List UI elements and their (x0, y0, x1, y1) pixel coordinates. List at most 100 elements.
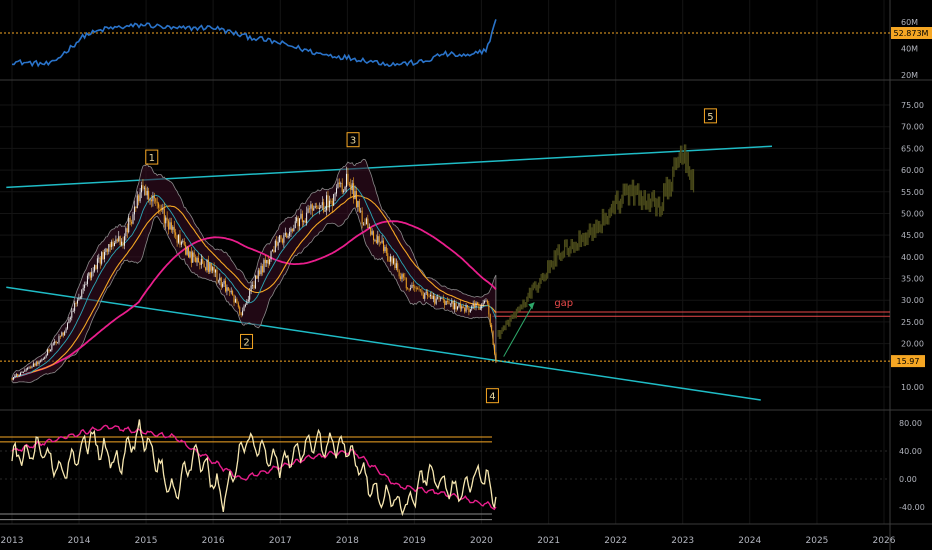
candle-body (148, 190, 150, 200)
candle-body (246, 301, 248, 305)
candle-body (129, 217, 131, 222)
candle-body (58, 336, 60, 343)
y-tick-label: 50.00 (901, 209, 924, 218)
candle-body (378, 236, 380, 242)
candle (489, 313, 491, 327)
candle-body (49, 349, 51, 352)
candle-body (307, 208, 309, 213)
candle-body (69, 317, 71, 320)
candle-body (313, 208, 315, 211)
y-tick-label: 20.00 (901, 340, 924, 349)
candle-body (412, 285, 414, 287)
candle-body (447, 300, 449, 302)
candle-body (287, 235, 289, 238)
candle-body (76, 300, 78, 304)
osc-tick-label: 40.00 (899, 447, 922, 456)
candle-body (357, 201, 359, 207)
volume-tick-label: 60M (901, 18, 918, 27)
candle-body (71, 311, 73, 318)
candle-body (149, 199, 151, 201)
candle-body (57, 342, 59, 344)
candle-body (291, 228, 293, 232)
candle-body (380, 241, 382, 243)
candle-body (113, 242, 115, 247)
candle-body (150, 199, 152, 202)
candle-body (418, 288, 420, 290)
candle-body (182, 240, 184, 242)
candle-body (301, 213, 303, 223)
candle-body (115, 239, 117, 243)
candle-body (67, 323, 69, 329)
candle-body (25, 369, 27, 371)
y-tick-label: 40.00 (901, 253, 924, 262)
x-tick-label-2023: 2023 (671, 536, 694, 546)
candle-body (203, 263, 205, 268)
candle-body (461, 306, 463, 309)
candle-body (417, 288, 419, 289)
candle-body (166, 217, 168, 221)
candle (189, 250, 191, 259)
candle-body (482, 302, 484, 306)
candle-body (226, 287, 228, 292)
candle-body (452, 300, 454, 310)
candle-body (474, 303, 476, 308)
candle-body (308, 208, 310, 210)
candle-body (232, 291, 234, 296)
candle-body (163, 208, 165, 224)
candle-body (257, 270, 259, 279)
candle-body (296, 217, 298, 222)
candle-body (219, 277, 221, 281)
candle-body (451, 300, 453, 304)
candle (187, 246, 189, 258)
candle-body (215, 269, 217, 273)
candle-body (121, 241, 123, 245)
candle-body (256, 275, 258, 279)
candle-body (209, 263, 211, 272)
candle-body (422, 294, 424, 299)
candle-body (193, 252, 195, 258)
candle-body (411, 285, 413, 289)
candle-body (404, 277, 406, 279)
candle-body (400, 276, 402, 280)
candle-body (213, 267, 215, 273)
candle-body (387, 253, 389, 261)
candle-body (428, 296, 430, 297)
candle-body (455, 302, 457, 310)
candle-body (133, 206, 135, 215)
candle-body (457, 306, 459, 310)
candle-body (205, 267, 207, 271)
candle-body (271, 250, 273, 252)
y-tick-label: 65.00 (901, 144, 924, 153)
candle-body (34, 363, 36, 366)
candle-body (32, 363, 34, 367)
candle-body (109, 244, 111, 248)
candle-body (397, 263, 399, 271)
candle-body (449, 303, 451, 305)
candle-body (459, 303, 461, 309)
candle-body (82, 287, 84, 291)
candle-body (39, 360, 41, 362)
candle-body (479, 308, 481, 310)
volume-tick-label: 40M (901, 45, 918, 54)
candle-body (254, 275, 256, 289)
candle-body (111, 241, 113, 248)
candle-body (162, 208, 164, 210)
candle-body (132, 214, 134, 224)
candle-body (448, 301, 450, 305)
candle-body (382, 240, 384, 252)
candle-body (51, 344, 53, 350)
x-tick-label-2021: 2021 (537, 536, 560, 546)
candle-body (74, 303, 76, 311)
candle-body (425, 291, 427, 293)
price-badge-text: 15.97 (897, 357, 920, 366)
candle-body (323, 202, 325, 212)
candle-body (489, 314, 491, 325)
candle (44, 356, 46, 360)
candle-body (190, 251, 192, 263)
candle-body (350, 184, 352, 191)
candle-body (300, 213, 302, 219)
candle-body (21, 372, 23, 374)
candle-body (471, 306, 473, 310)
candle-body (429, 294, 431, 297)
candle-body (402, 274, 404, 278)
